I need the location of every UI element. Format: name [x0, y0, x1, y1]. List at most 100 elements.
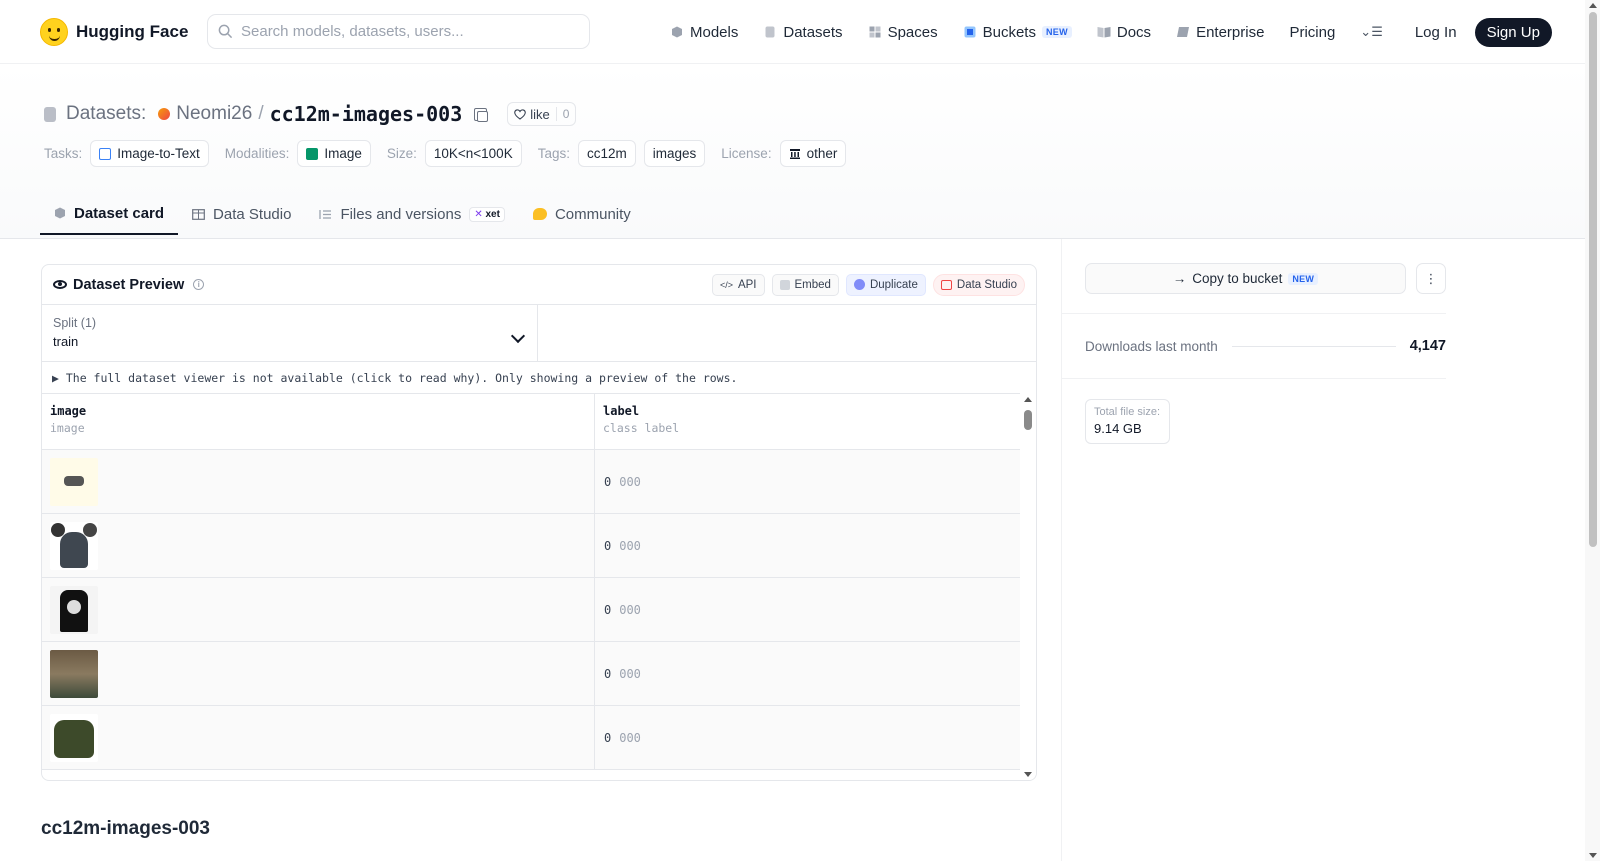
search-input[interactable] [241, 23, 571, 40]
nav-spaces[interactable]: Spaces [868, 24, 938, 41]
tab-dataset-card[interactable]: Dataset card [40, 193, 179, 235]
table-scrollbar[interactable] [1020, 393, 1036, 780]
label-cell: 0 000 [595, 706, 1021, 769]
owner-avatar [158, 108, 171, 120]
row-thumbnail[interactable] [50, 521, 98, 570]
split-selector[interactable]: Split (1) train [42, 305, 538, 361]
nav-pricing[interactable]: Pricing [1289, 24, 1335, 41]
row-thumbnail[interactable] [50, 585, 98, 634]
viewer-notice[interactable]: ▶ The full dataset viewer is not availab… [42, 362, 1036, 394]
scroll-up-icon[interactable] [1024, 397, 1032, 402]
size-label: Size: [386, 146, 417, 161]
size-tag[interactable]: 10K<n<100K [424, 140, 522, 167]
preview-title: Dataset Preview i [53, 277, 205, 293]
label-id: 0 [604, 474, 612, 489]
nav-docs[interactable]: Docs [1097, 24, 1151, 41]
table-scrollbar-thumb[interactable] [1024, 410, 1032, 430]
nav-models[interactable]: Models [670, 24, 738, 41]
label-id: 0 [604, 666, 612, 681]
copy-to-bucket-button[interactable]: → Copy to bucket NEW [1085, 263, 1406, 294]
dataset-icon [44, 106, 56, 122]
duplicate-button[interactable]: Duplicate [845, 273, 926, 296]
table-row[interactable]: 0 000 [42, 642, 1036, 706]
tag-cc12m[interactable]: cc12m [577, 140, 636, 167]
downloads-sparkline [1231, 345, 1396, 347]
enterprise-icon [1177, 27, 1190, 37]
nav-datasets[interactable]: Datasets [763, 24, 843, 41]
page-scrollbar[interactable] [1585, 0, 1600, 861]
section-label[interactable]: Datasets: [66, 103, 146, 125]
column-header-image[interactable]: image image [42, 394, 595, 449]
tab-community[interactable]: Community [519, 193, 645, 235]
files-icon [319, 209, 332, 219]
table-row[interactable]: 0 000 [42, 514, 1036, 578]
docs-icon [1097, 27, 1111, 38]
repo-name[interactable]: cc12m-images-003 [270, 102, 463, 126]
modality-tag[interactable]: Image [297, 140, 371, 167]
license-tag[interactable]: other [779, 140, 847, 167]
community-icon [532, 208, 547, 220]
brand-logo[interactable]: Hugging Face [40, 17, 202, 46]
nav-spaces-label: Spaces [887, 23, 938, 41]
arrow-right-icon: → [1172, 271, 1187, 286]
column-type: image [50, 421, 85, 435]
task-tag[interactable]: Image-to-Text [90, 140, 209, 167]
heart-icon [514, 108, 527, 120]
embed-icon [779, 279, 790, 290]
image-icon [306, 147, 319, 160]
column-header-label[interactable]: label class label [595, 394, 1021, 449]
embed-button[interactable]: Embed [771, 273, 839, 296]
more-menu-icon[interactable]: ⌄☰ [1360, 24, 1383, 40]
row-thumbnail[interactable] [50, 457, 98, 506]
row-thumbnail[interactable] [50, 649, 98, 698]
like-count: 0 [555, 107, 576, 121]
nav-enterprise[interactable]: Enterprise [1176, 24, 1264, 41]
nav-pricing-label: Pricing [1289, 23, 1336, 41]
data-studio-button-label: Data Studio [956, 278, 1017, 291]
login-link[interactable]: Log In [1415, 24, 1457, 41]
scroll-down-icon[interactable] [1024, 772, 1032, 777]
data-studio-button[interactable]: Data Studio [932, 273, 1025, 296]
tab-data-studio[interactable]: Data Studio [178, 193, 305, 235]
table-row[interactable]: 0 000 [42, 706, 1036, 770]
code-icon: </> [719, 279, 733, 290]
label-id: 0 [604, 602, 612, 617]
hugging-face-logo-icon [40, 17, 68, 46]
scroll-down-icon[interactable] [1589, 853, 1597, 858]
like-button[interactable]: like 0 [507, 102, 577, 126]
label-name: 000 [619, 666, 641, 681]
scrollbar-thumb[interactable] [1589, 12, 1597, 547]
eye-icon [53, 280, 67, 289]
label-id: 0 [604, 538, 612, 553]
api-button[interactable]: </> API [711, 273, 765, 296]
signup-button[interactable]: Sign Up [1474, 17, 1552, 47]
tab-label: Data Studio [213, 205, 292, 223]
table-row[interactable]: 0 000 [42, 578, 1036, 642]
label-cell: 0 000 [595, 450, 1021, 513]
scroll-up-icon[interactable] [1589, 3, 1597, 8]
preview-header: Dataset Preview i </> API Embed Duplicate… [42, 265, 1036, 305]
tab-files-and-versions[interactable]: Files and versions ✕ xet [305, 193, 519, 235]
info-icon[interactable]: i [193, 279, 205, 290]
label-id: 0 [604, 730, 612, 745]
table-row[interactable]: 0 000 [42, 450, 1036, 514]
downloads-stat: Downloads last month 4,147 [1085, 338, 1446, 354]
modalities-label: Modalities: [224, 146, 290, 161]
kebab-menu-icon: ⋮ [1424, 270, 1438, 286]
more-options-button[interactable]: ⋮ [1416, 263, 1446, 294]
license-label: License: [721, 146, 772, 161]
search-box[interactable] [207, 14, 590, 49]
split-row: Split (1) train [42, 305, 1036, 362]
downloads-value: 4,147 [1409, 338, 1446, 354]
image-cell [42, 514, 595, 577]
copy-icon[interactable] [474, 107, 489, 122]
row-thumbnail[interactable] [50, 713, 98, 762]
split-value: train [53, 334, 79, 349]
nav-buckets[interactable]: Buckets NEW [963, 24, 1072, 41]
split-label: Split (1) [53, 316, 97, 330]
copy-to-bucket-label: Copy to bucket [1192, 271, 1283, 286]
brand-name: Hugging Face [76, 21, 189, 41]
tag-images[interactable]: images [643, 140, 706, 167]
spaces-icon [869, 26, 881, 38]
owner-link[interactable]: Neomi26 [176, 103, 252, 125]
